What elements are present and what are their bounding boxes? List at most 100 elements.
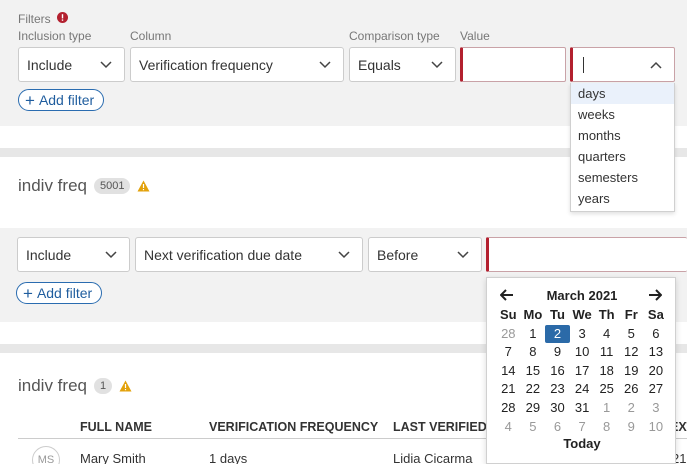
calendar-day[interactable]: 31 [570, 399, 595, 418]
calendar-day[interactable]: 8 [521, 343, 546, 362]
comparison-type-select-2[interactable]: Before [368, 237, 482, 272]
calendar-day[interactable]: 15 [521, 362, 546, 381]
calendar-day[interactable]: 3 [644, 399, 669, 418]
warning-icon [137, 180, 150, 192]
calendar-day[interactable]: 6 [644, 325, 669, 344]
add-filter-label: Add filter [38, 92, 95, 108]
text-cursor [583, 56, 584, 73]
chevron-down-icon [338, 249, 350, 261]
calendar-day[interactable]: 12 [619, 343, 644, 362]
calendar-day[interactable]: 24 [570, 380, 595, 399]
chevron-down-icon [105, 249, 117, 261]
calendar-day[interactable]: 8 [594, 418, 619, 437]
unit-option-semesters[interactable]: semesters [571, 167, 674, 188]
calendar-day[interactable]: 16 [545, 362, 570, 381]
calendar-day[interactable]: 29 [521, 399, 546, 418]
inclusion-type-select[interactable]: Include [18, 47, 125, 82]
calendar-day[interactable]: 2 [619, 399, 644, 418]
calendar-day[interactable]: 18 [594, 362, 619, 381]
today-button[interactable]: Today [487, 436, 677, 451]
calendar-day[interactable]: 19 [619, 362, 644, 381]
calendar-day[interactable]: 3 [570, 325, 595, 344]
calendar-day[interactable]: 30 [545, 399, 570, 418]
weekday-label: We [572, 307, 592, 322]
calendar-day[interactable]: 20 [644, 362, 669, 381]
add-filter-button-2[interactable]: + Add filter [16, 282, 103, 304]
filters-title: Filters [18, 12, 51, 26]
unit-option-days[interactable]: days [571, 83, 674, 104]
calendar-day[interactable]: 7 [570, 418, 595, 437]
column-select-2[interactable]: Next verification due date [135, 237, 363, 272]
inclusion-type-select-2[interactable]: Include [17, 237, 130, 272]
calendar-day[interactable]: 10 [570, 343, 595, 362]
column-value: Verification frequency [139, 56, 273, 73]
weekday-label: Tu [550, 307, 565, 322]
cell-full-name[interactable]: Mary Smith [80, 451, 146, 464]
calendar-day[interactable]: 28 [496, 399, 521, 418]
add-filter-button[interactable]: + Add filter [18, 89, 105, 111]
comparison-type-label: Comparison type [349, 29, 440, 43]
calendar-day[interactable]: 6 [545, 418, 570, 437]
calendar-day[interactable]: 11 [594, 343, 619, 362]
column-select[interactable]: Verification frequency [130, 47, 344, 82]
unit-option-years[interactable]: years [571, 188, 674, 209]
column-header-full-name[interactable]: FULL NAME [80, 420, 152, 434]
section-title-1: indiv freq 5001 [18, 176, 150, 196]
unit-select-open[interactable] [570, 47, 675, 82]
unit-option-months[interactable]: months [571, 125, 674, 146]
weekday-label: Fr [624, 307, 638, 322]
cell-last-verified: Lidia Cicarma [393, 451, 473, 464]
column-label: Column [130, 29, 172, 43]
calendar-day[interactable]: 13 [644, 343, 669, 362]
comparison-type-select[interactable]: Equals [349, 47, 456, 82]
calendar-day[interactable]: 7 [496, 343, 521, 362]
calendar-day[interactable]: 25 [594, 380, 619, 399]
weekday-label: Th [598, 307, 615, 322]
calendar-day[interactable]: 9 [545, 343, 570, 362]
calendar-day[interactable]: 17 [570, 362, 595, 381]
chevron-down-icon [100, 59, 112, 71]
plus-icon: + [23, 283, 33, 303]
datepicker: March 2021 Su Mo Tu We Th Fr Sa 28 1 2 3 4 5 6 7 8 9 10 11… [486, 277, 676, 464]
weekday-label: Su [499, 307, 517, 322]
unit-option-quarters[interactable]: quarters [571, 146, 674, 167]
inclusion-type-label: Inclusion type [18, 29, 92, 43]
unit-option-weeks[interactable]: weeks [571, 104, 674, 125]
calendar-day[interactable]: 27 [644, 380, 669, 399]
calendar-day[interactable]: 1 [521, 325, 546, 344]
calendar-day[interactable]: 21 [496, 380, 521, 399]
calendar-day[interactable]: 4 [594, 325, 619, 344]
comparison-type-value: Equals [358, 56, 401, 73]
plus-icon: + [25, 90, 35, 110]
count-badge: 5001 [93, 178, 131, 194]
date-input[interactable] [486, 237, 687, 272]
calendar-day[interactable]: 5 [619, 325, 644, 344]
calendar-day[interactable]: 5 [521, 418, 546, 437]
column-header-verification-frequency[interactable]: VERIFICATION FREQUENCY [209, 420, 378, 434]
calendar-day[interactable]: 1 [594, 399, 619, 418]
calendar-day[interactable]: 10 [644, 418, 669, 437]
error-icon [56, 10, 68, 28]
calendar-day[interactable]: 14 [496, 362, 521, 381]
comparison-type-value: Before [377, 246, 419, 263]
inclusion-type-value: Include [26, 246, 72, 263]
value-input[interactable] [460, 47, 566, 82]
section-title-2: indiv freq 1 [18, 376, 132, 396]
calendar-day[interactable]: 23 [545, 380, 570, 399]
chevron-up-icon [650, 59, 662, 71]
calendar-day[interactable]: 28 [496, 325, 521, 344]
calendar-day[interactable]: 26 [619, 380, 644, 399]
warning-icon [119, 380, 132, 392]
count-badge: 1 [93, 378, 113, 394]
unit-dropdown-list: days weeks months quarters semesters yea… [570, 83, 675, 212]
inclusion-type-value: Include [27, 56, 73, 73]
calendar-day[interactable]: 9 [619, 418, 644, 437]
calendar-day[interactable]: 2 [545, 324, 570, 344]
avatar: MS [32, 446, 60, 464]
add-filter-label: Add filter [36, 285, 93, 301]
arrow-right-icon[interactable] [648, 288, 663, 306]
chevron-down-icon [319, 59, 331, 71]
column-header-last-verified[interactable]: LAST VERIFIED I [393, 420, 494, 434]
calendar-day[interactable]: 4 [496, 418, 521, 437]
calendar-day[interactable]: 22 [521, 380, 546, 399]
